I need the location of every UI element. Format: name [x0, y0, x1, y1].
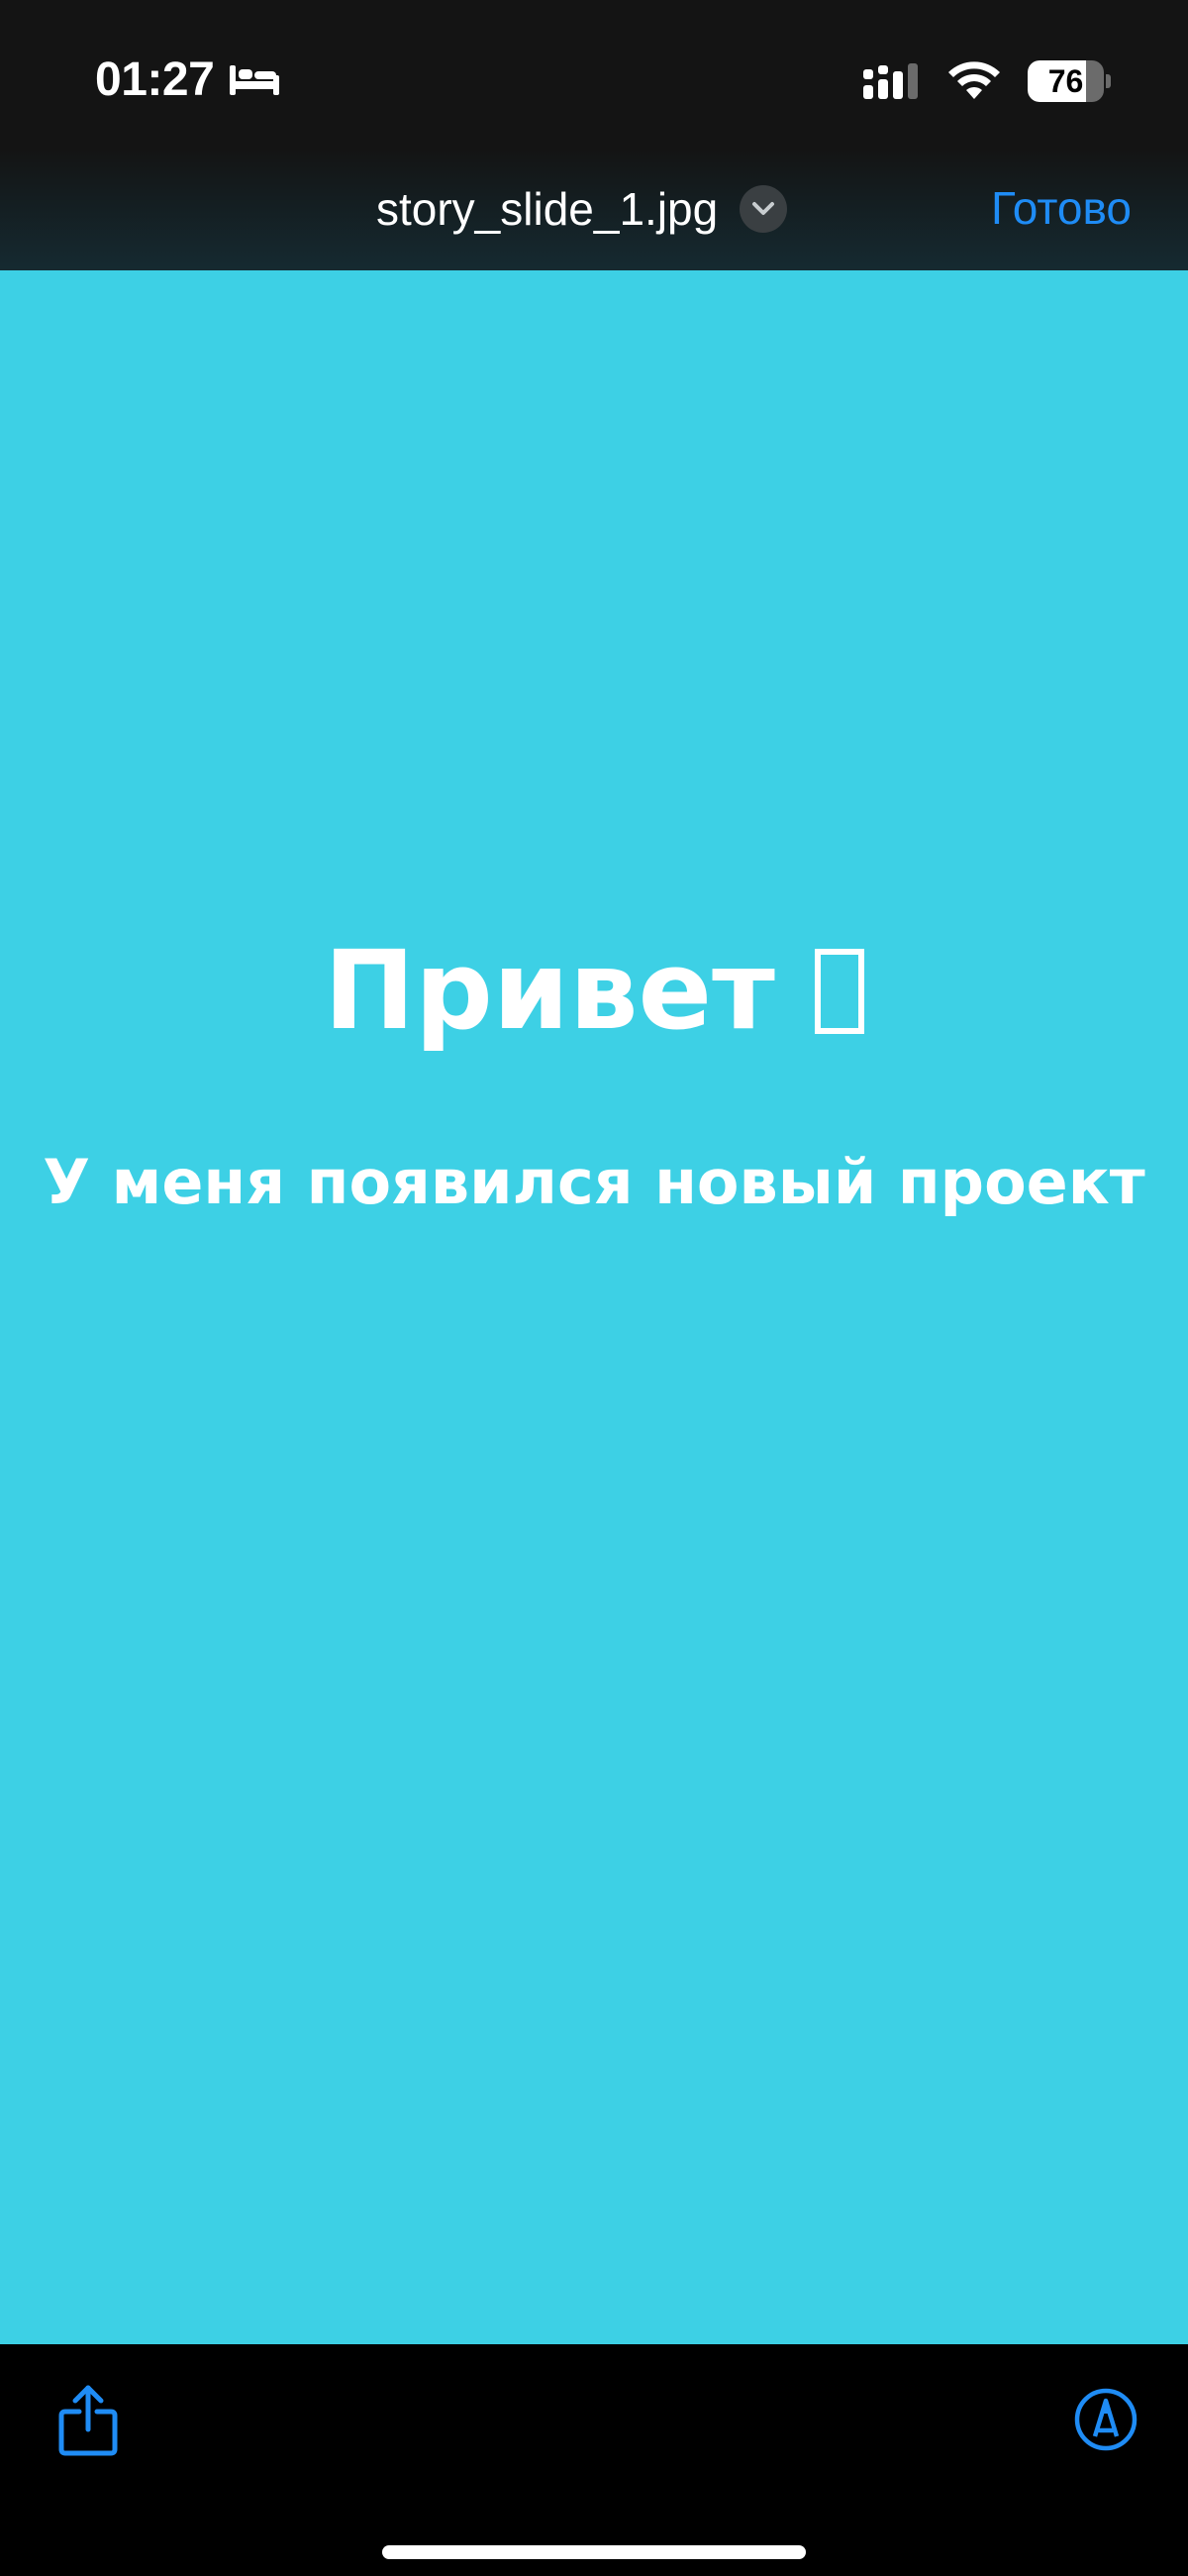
bottom-toolbar [0, 2344, 1188, 2576]
share-icon[interactable] [57, 2384, 119, 2457]
file-name: story_slide_1.jpg [376, 183, 719, 235]
battery-indicator: 76 [1028, 60, 1111, 102]
battery-cap [1106, 74, 1111, 88]
battery-body: 76 [1028, 60, 1105, 102]
cellular-signal-icon [863, 63, 918, 99]
status-bar: 01:27 76 [0, 0, 1188, 149]
image-preview: Привет У меня появился новый проект [0, 270, 1188, 2344]
status-time-group: 01:27 [95, 52, 281, 107]
missing-emoji-glyph [814, 949, 864, 1034]
slide-heading: Привет [0, 936, 1188, 1045]
status-time: 01:27 [95, 52, 215, 106]
slide-heading-text: Привет [324, 927, 775, 1054]
slide-subheading: У меня появился новый проект [43, 1146, 1145, 1218]
home-indicator[interactable] [382, 2545, 806, 2559]
file-title-menu[interactable]: story_slide_1.jpg [376, 176, 788, 242]
markup-pen-icon[interactable] [1073, 2387, 1138, 2452]
bed-icon [230, 65, 280, 95]
navigation-bar: story_slide_1.jpg Готово [0, 149, 1188, 270]
wifi-icon [948, 61, 1000, 99]
chevron-down-icon[interactable] [740, 185, 788, 233]
status-indicators: 76 [861, 57, 1111, 105]
done-button[interactable]: Готово [991, 181, 1132, 235]
battery-level-text: 76 [1047, 62, 1084, 99]
